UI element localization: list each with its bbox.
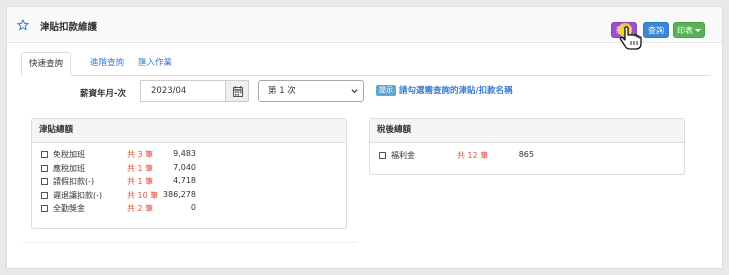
allowance-checkbox[interactable] (41, 178, 48, 185)
allowance-row: 免稅加班 共 3 筆 9,483 (32, 148, 346, 162)
page-header: 津貼扣款維護 新增 查詢 印表 (7, 7, 722, 43)
allowance-panel-title: 津貼總額 (32, 119, 346, 143)
allowance-checkbox[interactable] (41, 164, 48, 172)
hint-badge: 提示 (376, 85, 396, 96)
aftertax-count: 共 12 筆 (457, 151, 489, 160)
aftertax-total-panel: 稅後總額 福利金 共 12 筆 865 (369, 118, 685, 175)
allowance-label: 請假扣款(-) (53, 177, 95, 186)
allowance-amount: 0 (190, 203, 196, 212)
allowance-row: 應稅加班 共 1 筆 7,040 (32, 162, 346, 176)
aftertax-row: 福利金 共 12 筆 865 (370, 149, 684, 163)
tab-quick-query[interactable]: 快速查詢 (21, 52, 72, 76)
allowance-count: 共 3 筆 (127, 150, 154, 159)
aftertax-panel-title: 稅後總額 (370, 119, 684, 143)
chevron-down-icon (351, 89, 358, 94)
print-button[interactable]: 印表 (673, 22, 705, 38)
tab-bar: 快速查詢 進階查詢 匯入作業 (21, 52, 711, 76)
aftertax-label: 福利金 (391, 151, 415, 160)
hint-text: 請勾選需查詢的津貼/扣款名稱 (399, 86, 513, 96)
allowance-count: 共 10 筆 (127, 190, 159, 200)
print-button-label: 印表 (677, 26, 693, 35)
allowance-count: 共 2 筆 (127, 204, 154, 213)
aftertax-checkbox[interactable] (379, 152, 386, 159)
page-title: 津貼扣款維護 (40, 22, 98, 33)
caret-down-icon (695, 29, 701, 32)
star-icon[interactable] (17, 19, 29, 31)
allowance-checkbox[interactable] (41, 191, 48, 199)
allowance-label: 全勤獎金 (53, 204, 85, 213)
allowance-label: 應稅加班 (53, 163, 85, 173)
salary-period-label: 薪資年月-次 (80, 89, 127, 99)
allowance-amount: 7,040 (173, 162, 196, 172)
divider (23, 242, 357, 243)
tab-import[interactable]: 匯入作業 (131, 52, 179, 76)
payroll-round-select[interactable]: 第 1 次 (258, 80, 364, 102)
allowance-row: 全勤獎金 共 2 筆 0 (32, 202, 346, 216)
allowance-amount: 386,278 (162, 189, 196, 199)
calendar-icon (233, 86, 243, 97)
allowance-count: 共 1 筆 (127, 163, 154, 173)
allowance-amount: 9,483 (173, 149, 196, 158)
allowance-total-panel: 津貼總額 免稅加班 共 3 筆 9,483 應稅加班 共 1 筆 7,040 請… (31, 118, 347, 229)
year-month-input[interactable]: 2023/04 (140, 80, 225, 102)
pointer-hand-cursor-icon (618, 23, 642, 50)
allowance-count: 共 1 筆 (127, 177, 154, 186)
allowance-label: 遲退讓扣款(-) (53, 190, 103, 200)
allowance-checkbox[interactable] (41, 151, 48, 158)
allowance-amount: 4,718 (173, 176, 196, 185)
allowance-row: 請假扣款(-) 共 1 筆 4,718 (32, 175, 346, 189)
allowance-label: 免稅加班 (53, 150, 85, 159)
round-select-value: 第 1 次 (268, 86, 296, 96)
aftertax-amount: 865 (518, 150, 534, 159)
calendar-button[interactable] (225, 80, 249, 102)
tab-advanced-query[interactable]: 進階查詢 (83, 52, 131, 76)
allowance-row: 遲退讓扣款(-) 共 10 筆 386,278 (32, 189, 346, 203)
allowance-checkbox[interactable] (41, 205, 48, 212)
